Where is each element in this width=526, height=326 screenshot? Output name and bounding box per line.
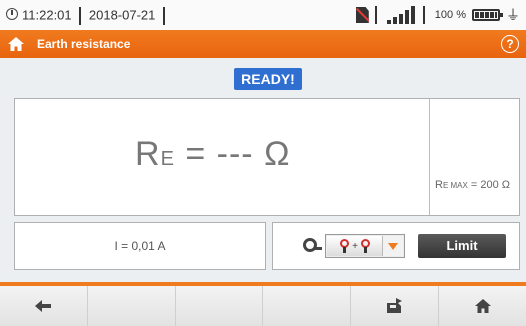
title-bar: Earth resistance ? xyxy=(0,30,526,58)
result-unit: Ω xyxy=(253,135,291,173)
empty-button-3[interactable] xyxy=(263,286,352,326)
divider xyxy=(79,7,82,25)
save-button[interactable] xyxy=(351,286,440,326)
clamp-method-icon: + xyxy=(327,236,383,256)
clamp-icon xyxy=(360,239,370,253)
divider xyxy=(163,7,166,25)
method-plus: + xyxy=(352,240,358,252)
sd-card-disabled-icon xyxy=(355,7,369,23)
method-select[interactable]: + xyxy=(325,234,405,258)
controls-panel: + Limit xyxy=(272,222,520,270)
home-icon xyxy=(474,299,491,313)
divider xyxy=(422,6,425,24)
bottom-bar xyxy=(0,282,526,326)
divider xyxy=(374,6,377,24)
clock-icon xyxy=(6,8,18,21)
back-button[interactable] xyxy=(0,286,88,326)
clock: 11:22:01 2018-07-21 xyxy=(6,7,169,25)
battery-icon xyxy=(472,9,503,21)
limit-symbol-sub: E MAX xyxy=(442,181,468,190)
gear-icon[interactable] xyxy=(303,238,322,252)
empty-button-1[interactable] xyxy=(88,286,176,326)
back-icon xyxy=(35,300,52,312)
panel-divider xyxy=(429,99,430,215)
empty-button-2[interactable] xyxy=(176,286,264,326)
result-equals: = xyxy=(174,135,217,173)
chevron-down-icon xyxy=(382,236,403,256)
limit-symbol: R xyxy=(435,179,443,191)
limit-value: = 200 Ω xyxy=(467,179,511,191)
result-symbol: R xyxy=(135,135,161,173)
time-text: 11:22:01 xyxy=(22,7,72,23)
result-value: --- xyxy=(216,135,254,173)
status-badge: READY! xyxy=(234,68,302,90)
date-text: 2018-07-21 xyxy=(88,7,156,23)
status-icons: 100 % ⏚ xyxy=(350,5,520,25)
plug-icon: ⏚ xyxy=(506,7,520,23)
home-button[interactable] xyxy=(439,286,526,326)
limit-button[interactable]: Limit xyxy=(418,234,506,258)
current-text: I = 0,01 A xyxy=(114,239,166,253)
save-icon xyxy=(386,298,402,313)
result-symbol-sub: E xyxy=(160,148,175,170)
result-panel: RE = --- Ω RE MAX = 200 Ω xyxy=(14,98,520,216)
signal-icon xyxy=(386,6,417,24)
page-title: Earth resistance xyxy=(37,37,131,51)
battery-percent: 100 % xyxy=(434,9,466,21)
home-icon[interactable] xyxy=(7,36,25,52)
measurement-result: RE = --- Ω xyxy=(135,135,291,174)
status-bar: 11:22:01 2018-07-21 100 % ⏚ xyxy=(0,0,526,30)
current-readout: I = 0,01 A xyxy=(14,222,266,270)
help-icon[interactable]: ? xyxy=(501,35,519,53)
limit-readout: RE MAX = 200 Ω xyxy=(435,179,510,191)
clamp-icon xyxy=(340,239,350,253)
